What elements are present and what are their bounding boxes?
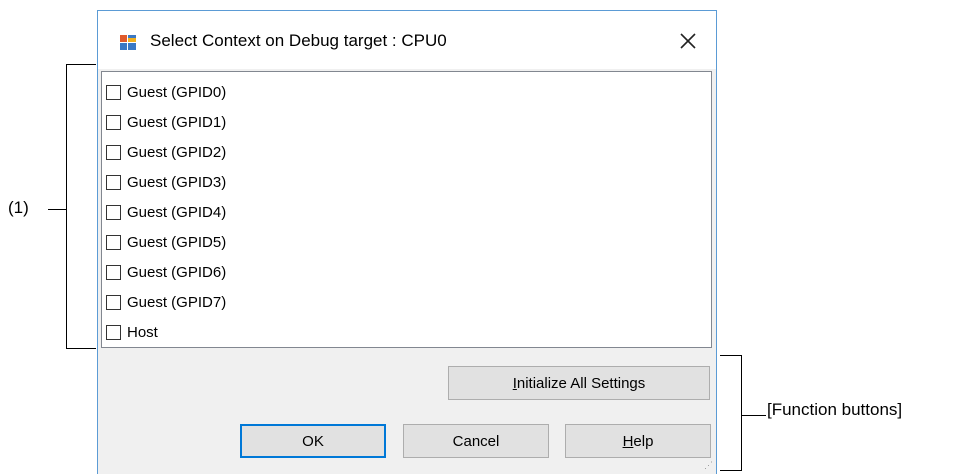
context-item-gpid0[interactable]: Guest (GPID0): [106, 78, 226, 106]
title-bar: Select Context on Debug target : CPU0: [98, 11, 716, 69]
context-item-gpid4[interactable]: Guest (GPID4): [106, 198, 226, 226]
annotation-buttons-connector: [742, 415, 766, 416]
context-item-host[interactable]: Host: [106, 318, 158, 346]
annotation-list-bracket-top: [66, 64, 96, 65]
context-label: Guest (GPID1): [127, 113, 227, 131]
select-context-dialog: Select Context on Debug target : CPU0 Gu…: [97, 10, 717, 474]
dialog-title: Select Context on Debug target : CPU0: [150, 31, 447, 50]
annotation-list-marker: (1): [8, 198, 29, 217]
context-item-gpid1[interactable]: Guest (GPID1): [106, 108, 226, 136]
context-checkbox[interactable]: [106, 234, 121, 250]
context-checklist[interactable]: Guest (GPID0) Guest (GPID1) Guest (GPID2…: [101, 71, 712, 348]
context-label: Guest (GPID7): [127, 293, 227, 311]
help-mnemonic: H: [622, 432, 634, 450]
context-label: Host: [127, 323, 158, 341]
initialize-all-settings-button[interactable]: Initialize All Settings: [448, 366, 710, 400]
context-item-gpid3[interactable]: Guest (GPID3): [106, 168, 226, 196]
context-label: Guest (GPID2): [127, 143, 227, 161]
context-checkbox[interactable]: [106, 84, 121, 100]
window-app-icon: [120, 35, 136, 50]
context-item-gpid6[interactable]: Guest (GPID6): [106, 258, 226, 286]
context-checkbox[interactable]: [106, 114, 121, 130]
context-label: Guest (GPID4): [127, 203, 227, 221]
annotation-buttons-bracket-bottom: [720, 470, 742, 471]
annotation-buttons-bracket-vertical: [741, 355, 742, 471]
annotation-list-bracket-vertical: [66, 64, 67, 349]
context-checkbox[interactable]: [106, 144, 121, 160]
context-checkbox[interactable]: [106, 294, 121, 310]
context-checkbox[interactable]: [106, 324, 121, 340]
context-checkbox[interactable]: [106, 204, 121, 220]
annotation-list-connector: [48, 209, 66, 210]
help-button[interactable]: Help: [565, 424, 711, 458]
context-item-gpid7[interactable]: Guest (GPID7): [106, 288, 226, 316]
ok-label: OK: [302, 432, 324, 450]
annotation-buttons-bracket-top: [720, 355, 742, 356]
resize-grip-icon[interactable]: ⋰: [704, 460, 713, 471]
cancel-button[interactable]: Cancel: [403, 424, 549, 458]
context-checkbox[interactable]: [106, 264, 121, 280]
context-label: Guest (GPID6): [127, 263, 227, 281]
context-label: Guest (GPID3): [127, 173, 227, 191]
context-checkbox[interactable]: [106, 174, 121, 190]
annotation-function-buttons: [Function buttons]: [767, 400, 903, 419]
ok-button[interactable]: OK: [240, 424, 386, 458]
help-label: elp: [633, 432, 654, 450]
context-item-gpid5[interactable]: Guest (GPID5): [106, 228, 226, 256]
context-item-gpid2[interactable]: Guest (GPID2): [106, 138, 226, 166]
close-icon: [680, 33, 696, 49]
annotation-list-bracket-bottom: [66, 348, 96, 349]
context-label: Guest (GPID0): [127, 83, 227, 101]
context-label: Guest (GPID5): [127, 233, 227, 251]
close-button[interactable]: [674, 27, 702, 55]
initialize-label: nitialize All Settings: [516, 374, 646, 392]
cancel-label: Cancel: [452, 432, 500, 450]
